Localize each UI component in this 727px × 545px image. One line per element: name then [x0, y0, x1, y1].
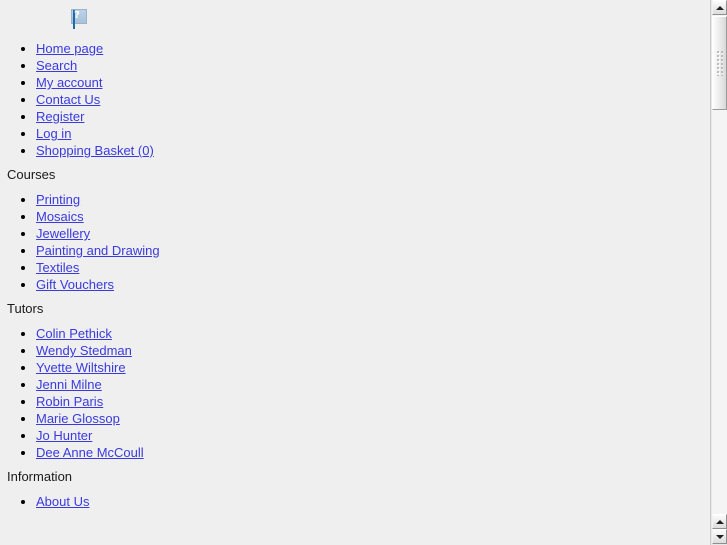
scrollbar-thumb[interactable]: [712, 16, 727, 110]
list-item: About Us: [36, 493, 710, 510]
course-link-mosaics[interactable]: Mosaics: [36, 209, 84, 224]
list-item: Yvette Wiltshire: [36, 359, 710, 376]
scrollbar-thumb-grip: [716, 50, 723, 76]
list-item: Colin Pethick: [36, 325, 710, 342]
list-item: Printing: [36, 191, 710, 208]
scrollbar-down-arrow-button[interactable]: [712, 529, 727, 544]
course-link-printing[interactable]: Printing: [36, 192, 80, 207]
vertical-scrollbar[interactable]: [710, 0, 727, 545]
logo-row: ?: [0, 0, 710, 32]
list-item: Gift Vouchers: [36, 276, 710, 293]
nav-link-home-page[interactable]: Home page: [36, 41, 103, 56]
list-item: Contact Us: [36, 91, 710, 108]
section-heading-courses: Courses: [7, 167, 56, 182]
tutor-link-jo-hunter[interactable]: Jo Hunter: [36, 428, 92, 443]
list-item: Mosaics: [36, 208, 710, 225]
tutors-list: Colin Pethick Wendy Stedman Yvette Wilts…: [0, 325, 710, 461]
list-item: My account: [36, 74, 710, 91]
list-item: Dee Anne McCoull: [36, 444, 710, 461]
page-viewport: ? Home page Search My account Contact Us…: [0, 0, 710, 545]
list-item: Jo Hunter: [36, 427, 710, 444]
course-link-jewellery[interactable]: Jewellery: [36, 226, 90, 241]
information-list: About Us: [0, 493, 710, 510]
tutor-link-marie-glossop[interactable]: Marie Glossop: [36, 411, 120, 426]
list-item: Textiles: [36, 259, 710, 276]
course-link-painting-and-drawing[interactable]: Painting and Drawing: [36, 243, 160, 258]
list-item: Log in: [36, 125, 710, 142]
main-nav-list: Home page Search My account Contact Us R…: [0, 40, 710, 159]
list-item: Search: [36, 57, 710, 74]
tutor-link-yvette-wiltshire[interactable]: Yvette Wiltshire: [36, 360, 126, 375]
broken-image-icon-inner: ?: [73, 10, 80, 29]
list-item: Jenni Milne: [36, 376, 710, 393]
list-item: Home page: [36, 40, 710, 57]
nav-link-log-in[interactable]: Log in: [36, 126, 71, 141]
course-link-gift-vouchers[interactable]: Gift Vouchers: [36, 277, 114, 292]
info-link-about-us[interactable]: About Us: [36, 494, 89, 509]
course-link-textiles[interactable]: Textiles: [36, 260, 79, 275]
list-item: Marie Glossop: [36, 410, 710, 427]
tutor-link-robin-paris[interactable]: Robin Paris: [36, 394, 103, 409]
tutor-link-wendy-stedman[interactable]: Wendy Stedman: [36, 343, 132, 358]
tutor-link-dee-anne-mccoull[interactable]: Dee Anne McCoull: [36, 445, 144, 460]
scrollbar-up-arrow-bottom-button[interactable]: [712, 514, 727, 529]
list-item: Wendy Stedman: [36, 342, 710, 359]
list-item: Register: [36, 108, 710, 125]
list-item: Jewellery: [36, 225, 710, 242]
nav-link-contact-us[interactable]: Contact Us: [36, 92, 100, 107]
tutor-link-jenni-milne[interactable]: Jenni Milne: [36, 377, 102, 392]
scrollbar-up-arrow-top-button[interactable]: [712, 0, 727, 15]
list-item: Painting and Drawing: [36, 242, 710, 259]
page-content: ? Home page Search My account Contact Us…: [0, 0, 710, 518]
chevron-up-icon: [715, 5, 724, 10]
list-item: Shopping Basket (0): [36, 142, 710, 159]
nav-link-search[interactable]: Search: [36, 58, 77, 73]
nav-link-shopping-basket[interactable]: Shopping Basket (0): [36, 143, 154, 158]
tutor-link-colin-pethick[interactable]: Colin Pethick: [36, 326, 112, 341]
nav-link-register[interactable]: Register: [36, 109, 84, 124]
chevron-up-icon: [715, 519, 724, 524]
chevron-down-icon: [715, 534, 724, 539]
courses-list: Printing Mosaics Jewellery Painting and …: [0, 191, 710, 293]
section-heading-tutors: Tutors: [7, 301, 44, 316]
list-item: Robin Paris: [36, 393, 710, 410]
section-heading-information: Information: [7, 469, 73, 484]
broken-image-icon[interactable]: ?: [71, 9, 87, 29]
nav-link-my-account[interactable]: My account: [36, 75, 102, 90]
